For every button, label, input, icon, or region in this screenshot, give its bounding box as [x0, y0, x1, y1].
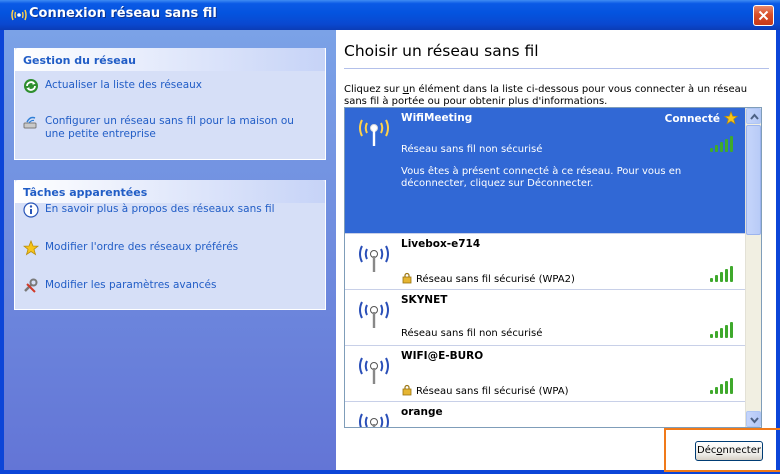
advanced-settings-label: Modifier les paramètres avancés [45, 279, 217, 291]
network-list-pane: Choisir un réseau sans fil Cliquez sur u… [336, 30, 776, 470]
network-name: WIFI@E-BURO [401, 350, 484, 362]
network-name: WifiMeeting [401, 112, 473, 124]
window-title: Connexion réseau sans fil [29, 6, 217, 21]
antenna-icon [359, 245, 389, 272]
related-tasks-panel: Tâches apparentées En savoir plus à prop… [14, 180, 326, 310]
antenna-icon [359, 413, 389, 427]
info-icon [23, 202, 39, 218]
security-status: Réseau sans fil sécurisé (WPA) [401, 384, 569, 397]
settings-icon [24, 278, 38, 293]
antenna-icon [359, 119, 389, 146]
network-item-livebox-e714[interactable]: Livebox-e714 Réseau sans fil sécurisé (W… [345, 234, 746, 290]
page-title: Choisir un réseau sans fil [344, 42, 539, 60]
dialog-body: Gestion du réseau Actualiser la liste de… [4, 30, 776, 470]
security-text: Réseau sans fil sécurisé (WPA) [416, 386, 569, 397]
connection-status: Connecté [664, 113, 720, 125]
learn-more-label: En savoir plus à propos des réseaux sans… [45, 203, 275, 215]
star-icon [23, 240, 39, 256]
task-pane: Gestion du réseau Actualiser la liste de… [4, 30, 336, 470]
network-item-wifi-e-buro[interactable]: WIFI@E-BURO Réseau sans fil sécurisé (WP… [345, 346, 746, 402]
security-text: Réseau sans fil non sécurisé [401, 328, 543, 339]
antenna-icon [359, 357, 389, 384]
network-name: orange [401, 406, 443, 418]
signal-strength-icon [710, 136, 734, 152]
setup-network-label: Configurer un réseau sans fil pour la ma… [45, 115, 294, 140]
setup-wizard-icon [23, 116, 37, 129]
network-list-scrollbar[interactable] [745, 108, 761, 427]
network-name: SKYNET [401, 294, 448, 306]
scroll-thumb[interactable] [746, 125, 761, 235]
signal-strength-icon [710, 378, 734, 394]
chevron-down-icon [750, 417, 759, 424]
scroll-up-button[interactable] [746, 108, 761, 124]
refresh-icon [24, 79, 38, 93]
advanced-settings-link[interactable]: Modifier les paramètres avancés [23, 278, 319, 294]
heading-divider [344, 68, 769, 69]
network-name: Livebox-e714 [401, 238, 481, 250]
lock-icon [402, 272, 412, 284]
network-list[interactable]: WifiMeeting Connecté Réseau sans fil non… [344, 107, 762, 428]
refresh-networks-link[interactable]: Actualiser la liste des réseaux [23, 78, 319, 94]
instructions-text-start: Cliquez sur [344, 84, 403, 95]
security-text: Réseau sans fil non sécurisé [401, 144, 543, 155]
network-tasks-header: Gestion du réseau [15, 48, 325, 71]
antenna-icon [359, 301, 389, 328]
close-icon [758, 10, 769, 21]
preferred-order-link[interactable]: Modifier l'ordre des réseaux préférés [23, 240, 319, 256]
connected-star-icon [724, 111, 738, 125]
security-status: Réseau sans fil non sécurisé [401, 328, 542, 339]
security-status: Réseau sans fil sécurisé (WPA2) [401, 272, 575, 285]
network-item-wifimeeting[interactable]: WifiMeeting Connecté Réseau sans fil non… [345, 108, 746, 234]
security-status: Réseau sans fil non sécurisé [401, 144, 542, 155]
connection-description: Vous êtes à présent connecté à ce réseau… [401, 166, 682, 189]
network-item-orange[interactable]: orange [345, 402, 746, 427]
chevron-up-icon [750, 113, 759, 120]
security-text: Réseau sans fil sécurisé (WPA2) [416, 274, 575, 285]
network-tasks-panel: Gestion du réseau Actualiser la liste de… [14, 48, 326, 160]
setup-network-link[interactable]: Configurer un réseau sans fil pour la ma… [23, 114, 319, 144]
annotation-highlight [664, 428, 780, 472]
refresh-networks-label: Actualiser la liste des réseaux [45, 79, 203, 91]
wireless-network-icon [11, 9, 27, 21]
preferred-order-label: Modifier l'ordre des réseaux préférés [45, 241, 239, 253]
learn-more-link[interactable]: En savoir plus à propos des réseaux sans… [23, 202, 319, 218]
network-item-skynet[interactable]: SKYNET Réseau sans fil non sécurisé [345, 290, 746, 346]
title-bar[interactable]: Connexion réseau sans fil [0, 0, 780, 30]
instructions-text: Cliquez sur un élément dans la liste ci-… [344, 84, 764, 108]
related-tasks-header: Tâches apparentées [15, 180, 325, 203]
close-button[interactable] [753, 5, 774, 26]
dialog-window: Connexion réseau sans fil Gestion du rés… [0, 0, 780, 474]
signal-strength-icon [710, 322, 734, 338]
signal-strength-icon [710, 266, 734, 282]
scroll-down-button[interactable] [746, 411, 761, 427]
lock-icon [402, 384, 412, 396]
